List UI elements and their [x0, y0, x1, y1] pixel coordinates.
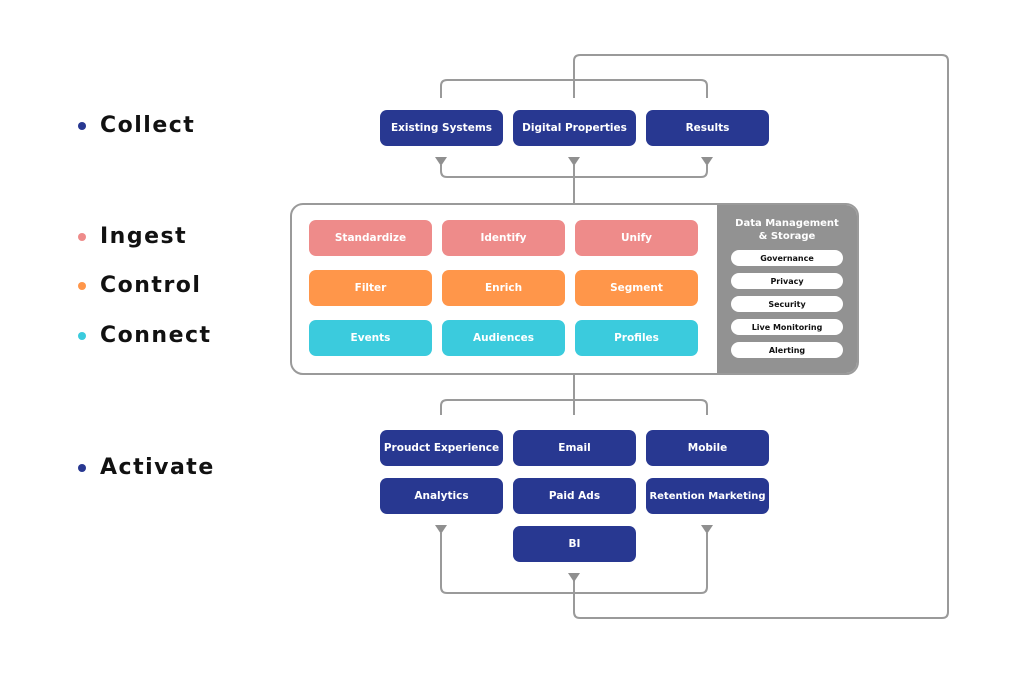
stage-activate: Activate: [78, 455, 215, 480]
connect-profiles: Profiles: [575, 320, 698, 356]
dm-privacy: Privacy: [731, 273, 843, 289]
title-line: & Storage: [758, 231, 816, 242]
stage-label: Control: [100, 273, 202, 298]
bullet-dot: [78, 232, 86, 241]
activate-paid-ads: Paid Ads: [513, 478, 636, 514]
bullet-dot: [78, 281, 86, 290]
dm-governance: Governance: [731, 250, 843, 266]
ingest-identify: Identify: [442, 220, 565, 256]
connect-events: Events: [309, 320, 432, 356]
stage-label: Collect: [100, 113, 196, 138]
collect-results: Results: [646, 110, 769, 146]
stage-label: Connect: [100, 323, 212, 348]
ingest-standardize: Standardize: [309, 220, 432, 256]
title-line: Data Management: [735, 218, 839, 229]
connect-audiences: Audiences: [442, 320, 565, 356]
stage-connect: Connect: [78, 323, 212, 348]
stage-label: Activate: [100, 455, 215, 480]
dm-alerting: Alerting: [731, 342, 843, 358]
ingest-unify: Unify: [575, 220, 698, 256]
control-filter: Filter: [309, 270, 432, 306]
stage-control: Control: [78, 273, 201, 298]
arrow-down-icon: [568, 573, 580, 582]
bullet-dot: [78, 331, 86, 340]
arrow-down-icon: [701, 157, 713, 166]
activate-product-experience: Proudct Experience: [380, 430, 503, 466]
stage-ingest: Ingest: [78, 224, 187, 249]
dm-live-monitoring: Live Monitoring: [731, 319, 843, 335]
control-enrich: Enrich: [442, 270, 565, 306]
arrow-down-icon: [701, 525, 713, 534]
arrow-down-icon: [435, 525, 447, 534]
arrow-down-icon: [568, 157, 580, 166]
collect-digital-properties: Digital Properties: [513, 110, 636, 146]
diagram-canvas: Collect Ingest Control Connect Activate …: [0, 0, 1024, 677]
activate-email: Email: [513, 430, 636, 466]
stage-label: Ingest: [100, 224, 188, 249]
activate-analytics: Analytics: [380, 478, 503, 514]
dm-security: Security: [731, 296, 843, 312]
bullet-dot: [78, 121, 86, 130]
arrow-down-icon: [435, 157, 447, 166]
bullet-dot: [78, 463, 86, 472]
data-management-title: Data Management & Storage: [717, 217, 857, 243]
stage-collect: Collect: [78, 113, 195, 138]
activate-retention-marketing: Retention Marketing: [646, 478, 769, 514]
collect-existing-systems: Existing Systems: [380, 110, 503, 146]
control-segment: Segment: [575, 270, 698, 306]
data-management-storage: Data Management & Storage Governance Priv…: [717, 205, 857, 373]
activate-mobile: Mobile: [646, 430, 769, 466]
activate-bi: BI: [513, 526, 636, 562]
